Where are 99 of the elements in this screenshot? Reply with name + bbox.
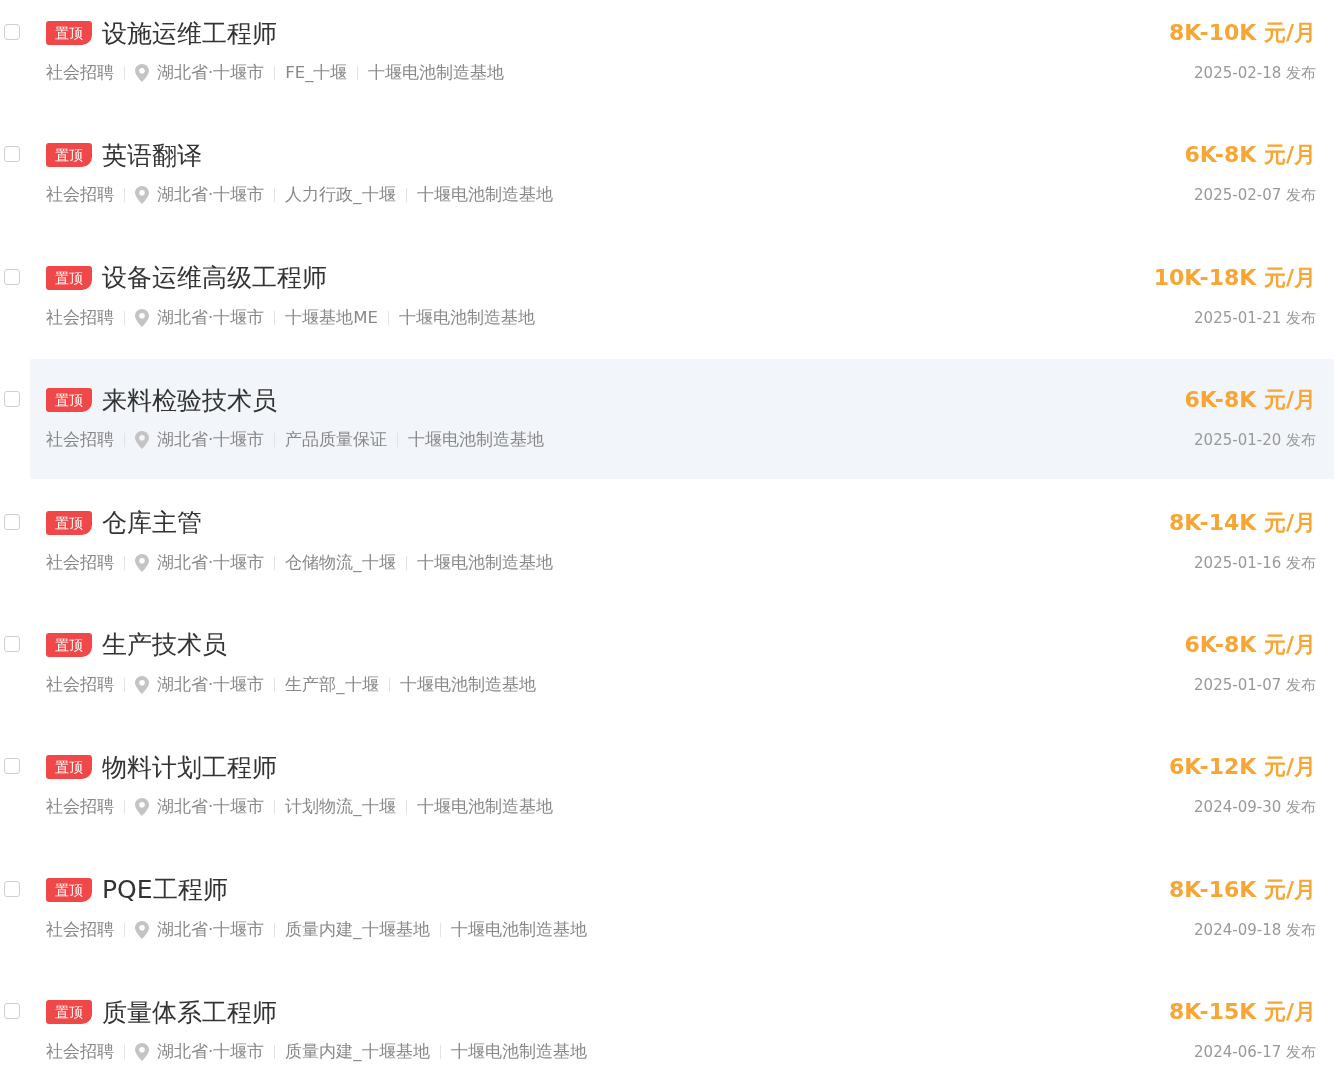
job-card[interactable]: 置顶 英语翻译 社会招聘 湖北省·十堰市 人力行政_十堰 十堰电池制造基地 6K-8K 元/月 2025-02-07 发布 bbox=[30, 114, 1334, 235]
post-date: 2025-01-20 发布 bbox=[1194, 431, 1316, 451]
job-type: 社会招聘 bbox=[46, 62, 114, 84]
post-date: 2025-01-07 发布 bbox=[1194, 675, 1316, 695]
job-type: 社会招聘 bbox=[46, 184, 114, 207]
checkbox[interactable] bbox=[4, 880, 20, 897]
job-title[interactable]: 英语翻译 bbox=[102, 138, 202, 172]
location-pin-icon bbox=[135, 675, 149, 694]
job-title[interactable]: 设备运维高级工程师 bbox=[102, 261, 327, 295]
checkbox[interactable] bbox=[4, 758, 20, 775]
post-date: 2024-09-18 发布 bbox=[1194, 920, 1316, 940]
job-card[interactable]: 置顶 来料检验技术员 社会招聘 湖北省·十堰市 产品质量保证 十堰电池制造基地 6K-8K 元/月 2025-01-20 发布 bbox=[30, 359, 1334, 480]
post-date: 2025-01-16 发布 bbox=[1194, 553, 1316, 573]
salary: 6K-8K 元/月 bbox=[1184, 630, 1316, 659]
job-title[interactable]: 来料检验技术员 bbox=[102, 383, 277, 417]
job-department: 质量内建_十堰基地 bbox=[285, 918, 430, 941]
pinned-badge: 置顶 bbox=[46, 21, 92, 45]
job-site: 十堰电池制造基地 bbox=[399, 673, 536, 696]
job-location: 湖北省·十堰市 bbox=[157, 184, 265, 207]
location-pin-icon bbox=[135, 553, 149, 572]
job-location: 湖北省·十堰市 bbox=[157, 306, 265, 329]
location-pin-icon bbox=[135, 186, 149, 205]
job-location: 湖北省·十堰市 bbox=[157, 1041, 265, 1064]
job-location: 湖北省·十堰市 bbox=[157, 62, 265, 84]
job-site: 十堰电池制造基地 bbox=[398, 306, 535, 329]
salary: 8K-14K 元/月 bbox=[1169, 508, 1316, 537]
job-department: 生产部_十堰 bbox=[285, 673, 379, 696]
pinned-badge: 置顶 bbox=[46, 632, 92, 657]
job-location: 湖北省·十堰市 bbox=[157, 796, 265, 819]
job-location: 湖北省·十堰市 bbox=[157, 673, 265, 696]
job-title[interactable]: 质量体系工程师 bbox=[102, 995, 277, 1029]
job-department: 十堰基地ME bbox=[285, 306, 378, 329]
pinned-badge: 置顶 bbox=[46, 510, 92, 535]
location-pin-icon bbox=[135, 920, 149, 939]
job-card[interactable]: 置顶 设施运维工程师 社会招聘 湖北省·十堰市 FE_十堰 十堰电池制造基地 8K-10K 元/月 2025-02-18 发布 bbox=[30, 0, 1334, 112]
salary: 6K-8K 元/月 bbox=[1184, 386, 1316, 415]
job-department: 质量内建_十堰基地 bbox=[285, 1041, 430, 1064]
job-type: 社会招聘 bbox=[46, 673, 114, 696]
location-pin-icon bbox=[135, 1043, 149, 1062]
job-card[interactable]: 置顶 质量体系工程师 社会招聘 湖北省·十堰市 质量内建_十堰基地 十堰电池制造基地 8K-15K 元/月 2024-06-17 发布 bbox=[30, 971, 1334, 1072]
job-title[interactable]: 生产技术员 bbox=[102, 628, 227, 662]
pinned-badge: 置顶 bbox=[46, 265, 92, 290]
pinned-badge: 置顶 bbox=[46, 143, 92, 168]
job-title[interactable]: PQE工程师 bbox=[102, 873, 228, 907]
checkbox[interactable] bbox=[4, 513, 20, 530]
pinned-badge: 置顶 bbox=[46, 755, 92, 780]
job-type: 社会招聘 bbox=[46, 551, 114, 574]
location-pin-icon bbox=[135, 798, 149, 817]
location-pin-icon bbox=[135, 64, 149, 82]
salary: 6K-12K 元/月 bbox=[1169, 753, 1316, 782]
post-date: 2024-09-30 发布 bbox=[1194, 798, 1316, 818]
job-card[interactable]: 置顶 物料计划工程师 社会招聘 湖北省·十堰市 计划物流_十堰 十堰电池制造基地 6K-12K 元/月 2024-09-30 发布 bbox=[30, 726, 1334, 847]
job-title[interactable]: 设施运维工程师 bbox=[102, 16, 277, 50]
job-title[interactable]: 仓库主管 bbox=[102, 506, 202, 540]
salary: 8K-10K 元/月 bbox=[1169, 19, 1316, 47]
location-pin-icon bbox=[135, 308, 149, 327]
checkbox[interactable] bbox=[4, 635, 20, 652]
job-type: 社会招聘 bbox=[46, 796, 114, 819]
salary: 6K-8K 元/月 bbox=[1184, 141, 1316, 170]
job-site: 十堰电池制造基地 bbox=[416, 796, 553, 819]
job-site: 十堰电池制造基地 bbox=[450, 1041, 587, 1064]
job-site: 十堰电池制造基地 bbox=[416, 184, 553, 207]
job-location: 湖北省·十堰市 bbox=[157, 429, 265, 452]
job-department: 仓储物流_十堰 bbox=[285, 551, 396, 574]
checkbox[interactable] bbox=[4, 268, 20, 285]
post-date: 2025-02-07 发布 bbox=[1194, 186, 1316, 206]
job-card[interactable]: 置顶 PQE工程师 社会招聘 湖北省·十堰市 质量内建_十堰基地 十堰电池制造基地 8K-16K 元/月 2024-09-18 发布 bbox=[30, 848, 1334, 969]
job-site: 十堰电池制造基地 bbox=[408, 429, 545, 452]
job-card[interactable]: 置顶 生产技术员 社会招聘 湖北省·十堰市 生产部_十堰 十堰电池制造基地 6K-8K 元/月 2025-01-07 发布 bbox=[30, 603, 1334, 724]
post-date: 2024-06-17 发布 bbox=[1194, 1043, 1316, 1063]
job-type: 社会招聘 bbox=[46, 306, 114, 329]
salary: 10K-18K 元/月 bbox=[1153, 263, 1316, 292]
pinned-badge: 置顶 bbox=[46, 1000, 92, 1025]
salary: 8K-15K 元/月 bbox=[1169, 998, 1316, 1027]
job-site: 十堰电池制造基地 bbox=[450, 918, 587, 941]
checkbox[interactable] bbox=[4, 146, 20, 163]
job-department: 计划物流_十堰 bbox=[285, 796, 396, 819]
job-type: 社会招聘 bbox=[46, 429, 114, 452]
job-type: 社会招聘 bbox=[46, 918, 114, 941]
salary: 8K-16K 元/月 bbox=[1169, 875, 1316, 904]
checkbox[interactable] bbox=[4, 1003, 20, 1020]
pinned-badge: 置顶 bbox=[46, 877, 92, 902]
post-date: 2025-01-21 发布 bbox=[1194, 308, 1316, 328]
job-location: 湖北省·十堰市 bbox=[157, 918, 265, 941]
job-site: 十堰电池制造基地 bbox=[416, 551, 553, 574]
job-location: 湖北省·十堰市 bbox=[157, 551, 265, 574]
post-date: 2025-02-18 发布 bbox=[1194, 64, 1316, 83]
job-department: FE_十堰 bbox=[285, 62, 348, 84]
checkbox[interactable] bbox=[4, 391, 20, 408]
job-type: 社会招聘 bbox=[46, 1041, 114, 1064]
job-card[interactable]: 置顶 设备运维高级工程师 社会招聘 湖北省·十堰市 十堰基地ME 十堰电池制造基地 10K-18K 元/月 2025-01-21 发布 bbox=[30, 236, 1334, 357]
job-title[interactable]: 物料计划工程师 bbox=[102, 750, 277, 784]
checkbox[interactable] bbox=[4, 24, 20, 40]
location-pin-icon bbox=[135, 431, 149, 450]
job-card[interactable]: 置顶 仓库主管 社会招聘 湖北省·十堰市 仓储物流_十堰 十堰电池制造基地 8K-14K 元/月 2025-01-16 发布 bbox=[30, 481, 1334, 602]
job-department: 产品质量保证 bbox=[285, 429, 388, 452]
job-site: 十堰电池制造基地 bbox=[368, 62, 505, 84]
job-department: 人力行政_十堰 bbox=[285, 184, 396, 207]
pinned-badge: 置顶 bbox=[46, 388, 92, 413]
